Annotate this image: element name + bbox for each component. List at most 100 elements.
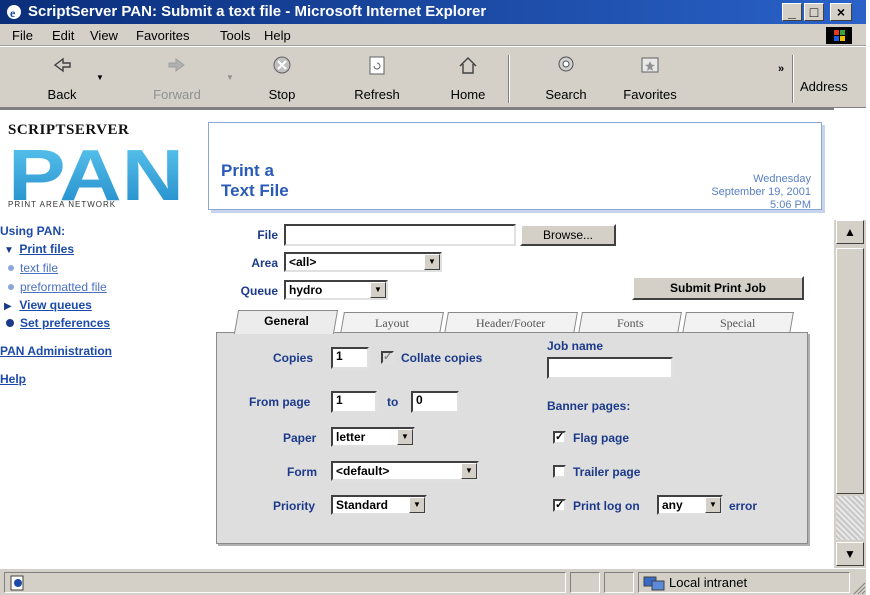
page-content: SCRIPTSERVER PAN PRINT AREA NETWORK Prin… <box>0 108 834 568</box>
tab-layout[interactable]: Layout <box>340 312 444 334</box>
close-button[interactable]: × <box>830 3 852 21</box>
vertical-scrollbar[interactable]: ▲ ▼ <box>834 220 866 568</box>
favorites-icon <box>641 57 659 73</box>
logo-scriptserver: SCRIPTSERVER <box>8 122 130 138</box>
dropdown-arrow-icon[interactable]: ▼ <box>424 254 440 270</box>
error-label: error <box>729 499 758 513</box>
area-label: Area <box>251 256 278 270</box>
stop-icon <box>273 56 291 74</box>
favorites-button[interactable]: Favorites <box>612 47 688 107</box>
file-label: File <box>257 228 278 242</box>
forward-dropdown-icon[interactable]: ▼ <box>226 73 234 82</box>
collate-checkbox[interactable]: ✓ <box>381 351 394 364</box>
nav-preformatted-file[interactable]: preformatted file <box>20 280 107 294</box>
form-value: <default> <box>336 464 390 478</box>
nav-view-queues[interactable]: View queues <box>19 298 91 312</box>
priority-select[interactable]: Standard ▼ <box>331 495 427 515</box>
submit-print-job-button[interactable]: Submit Print Job <box>632 276 804 300</box>
queue-value: hydro <box>289 283 323 297</box>
print-log-checkbox[interactable]: ✓ <box>553 499 566 512</box>
trailer-page-checkbox[interactable] <box>553 465 566 478</box>
nav-heading: Using PAN: <box>0 224 66 238</box>
print-log-select[interactable]: any ▼ <box>657 495 723 515</box>
browse-button[interactable]: Browse... <box>520 224 616 246</box>
back-button[interactable]: Back <box>34 47 90 107</box>
scroll-down-icon[interactable]: ▼ <box>836 542 864 566</box>
menu-file[interactable]: File <box>12 28 33 43</box>
tab-header-footer[interactable]: Header/Footer <box>444 312 578 334</box>
paper-select[interactable]: letter ▼ <box>331 427 415 447</box>
scroll-up-icon[interactable]: ▲ <box>836 220 864 244</box>
home-label: Home <box>450 87 486 102</box>
menu-favorites[interactable]: Favorites <box>136 28 189 43</box>
to-page-input[interactable]: 0 <box>411 391 459 413</box>
scroll-thumb[interactable] <box>836 248 864 494</box>
menu-edit[interactable]: Edit <box>52 28 74 43</box>
resize-grip-icon[interactable] <box>852 581 866 595</box>
windows-logo-icon <box>826 27 852 44</box>
bullet-icon <box>8 284 14 291</box>
dropdown-arrow-icon[interactable]: ▼ <box>397 429 413 445</box>
menu-view[interactable]: View <box>90 28 118 43</box>
collate-label: Collate copies <box>401 351 483 365</box>
copies-input[interactable]: 1 <box>331 347 369 369</box>
area-select[interactable]: <all> ▼ <box>284 252 442 272</box>
banner-pages-label: Banner pages: <box>547 399 631 413</box>
dropdown-arrow-icon[interactable]: ▼ <box>409 497 425 513</box>
nav-print-files[interactable]: Print files <box>19 242 74 256</box>
stop-label: Stop <box>268 87 296 102</box>
job-name-input[interactable] <box>547 357 673 379</box>
status-bar: Local intranet <box>0 568 866 595</box>
page-title-line1: Print a <box>221 161 274 180</box>
menu-tools[interactable]: Tools <box>220 28 250 43</box>
local-intranet-icon <box>643 576 665 591</box>
from-page-label: From page <box>249 395 311 409</box>
home-icon <box>459 57 477 74</box>
trailer-page-label: Trailer page <box>573 465 641 479</box>
refresh-button[interactable]: Refresh <box>342 47 412 107</box>
dropdown-arrow-icon[interactable]: ▼ <box>461 463 477 479</box>
bullet-icon <box>6 319 14 328</box>
to-label: to <box>387 395 399 409</box>
from-page-input[interactable]: 1 <box>331 391 377 413</box>
status-pane-2 <box>570 572 600 593</box>
nav-pan-administration[interactable]: PAN Administration <box>0 344 112 358</box>
collapsed-triangle-icon: ▶ <box>4 301 12 312</box>
file-input[interactable] <box>284 224 516 246</box>
address-separator <box>792 55 794 103</box>
title-bar: e ScriptServer PAN: Submit a text file -… <box>0 0 866 24</box>
tab-special[interactable]: Special <box>682 312 794 334</box>
paper-value: letter <box>336 430 366 444</box>
tab-general[interactable]: General <box>233 310 339 334</box>
status-pane-3 <box>604 572 634 593</box>
toolbar-chevron-icon[interactable]: » <box>778 63 784 75</box>
job-name-label: Job name <box>547 339 604 353</box>
tab-fonts[interactable]: Fonts <box>578 312 682 334</box>
general-panel: Copies 1 ✓ Collate copies Job name From … <box>216 332 808 544</box>
search-button[interactable]: Search <box>534 47 598 107</box>
queue-select[interactable]: hydro ▼ <box>284 280 388 300</box>
dropdown-arrow-icon[interactable]: ▼ <box>370 282 386 298</box>
page-title: Print a Text File <box>221 161 289 201</box>
stop-button[interactable]: Stop <box>252 47 312 107</box>
search-label: Search <box>545 87 587 102</box>
toolbar: Back ▼ Forward ▼ Stop Refresh Home Searc… <box>0 46 866 108</box>
back-dropdown-icon[interactable]: ▼ <box>96 73 104 82</box>
minimize-button[interactable]: _ <box>782 3 802 21</box>
nav-help[interactable]: Help <box>0 372 26 386</box>
forward-button[interactable]: Forward <box>142 47 212 107</box>
home-button[interactable]: Home <box>436 47 500 107</box>
forward-label: Forward <box>153 87 201 102</box>
status-zone-pane: Local intranet <box>638 572 850 593</box>
dropdown-arrow-icon[interactable]: ▼ <box>705 497 721 513</box>
menu-help[interactable]: Help <box>264 28 291 43</box>
form-select[interactable]: <default> ▼ <box>331 461 479 481</box>
address-label[interactable]: Address <box>800 79 848 94</box>
flag-page-checkbox[interactable]: ✓ <box>553 431 566 444</box>
scroll-track[interactable] <box>836 496 864 540</box>
nav-text-file[interactable]: text file <box>20 261 58 275</box>
zone-label: Local intranet <box>669 575 748 590</box>
nav-set-preferences[interactable]: Set preferences <box>20 316 110 330</box>
favorites-label: Favorites <box>623 87 677 102</box>
maximize-button[interactable]: □ <box>804 3 824 21</box>
